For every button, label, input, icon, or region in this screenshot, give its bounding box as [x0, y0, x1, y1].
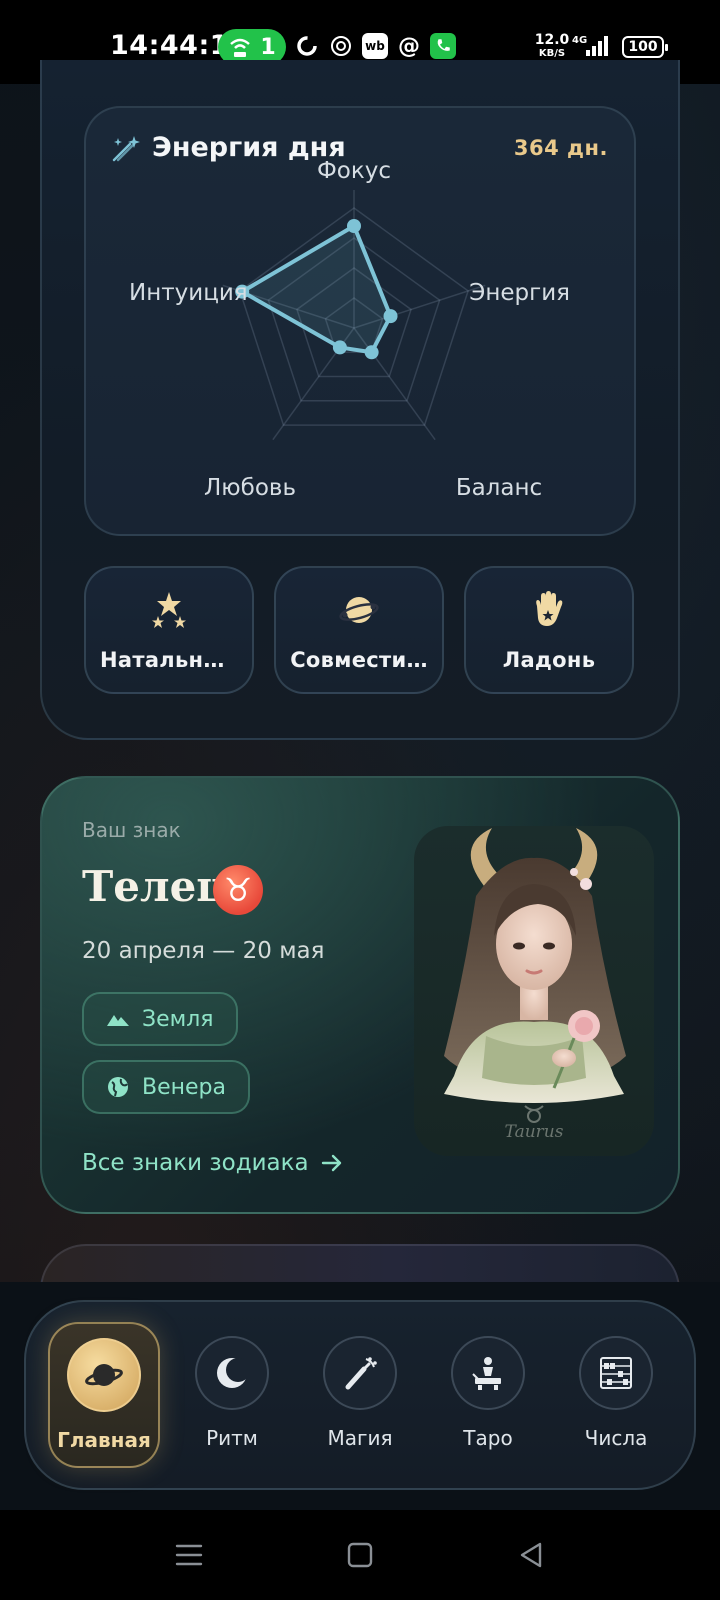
- nav-home-icon-wrap: [67, 1338, 141, 1412]
- radar-axis-label: Любовь: [204, 475, 296, 501]
- natal-chart-button[interactable]: Натальна…: [84, 566, 254, 694]
- planet-icon: [339, 597, 379, 623]
- hotspot-count: 1: [260, 34, 276, 60]
- mail-at-icon: @: [398, 33, 420, 59]
- nav-home[interactable]: Главная: [48, 1322, 160, 1468]
- svg-text:4G: 4G: [572, 35, 587, 46]
- wb-icon: wb: [362, 33, 388, 59]
- zodiac-caption: Ваш знак: [82, 818, 181, 842]
- planet-chip[interactable]: Венера: [82, 1060, 250, 1114]
- taurus-illustration: Taurus: [414, 826, 654, 1156]
- compatibility-label: Совмести…: [290, 648, 428, 672]
- nav-magic-label: Магия: [327, 1426, 393, 1450]
- all-zodiac-signs-link[interactable]: Все знаки зодиака: [82, 1150, 343, 1176]
- moon-icon: [217, 1358, 250, 1388]
- radar-axis-label: Интуиция: [129, 280, 248, 306]
- natal-chart-label: Натальна…: [100, 648, 240, 672]
- nav-tarot[interactable]: Таро: [432, 1322, 544, 1468]
- element-label: Земля: [142, 1006, 214, 1032]
- radar-axis-label: Энергия: [469, 280, 570, 306]
- wand-icon: [345, 1357, 377, 1390]
- phone-icon: [430, 33, 456, 59]
- home-square-icon[interactable]: [343, 1538, 377, 1572]
- element-chip[interactable]: Земля: [82, 992, 238, 1046]
- globe-icon: [108, 1077, 128, 1097]
- radar-point: [364, 345, 379, 360]
- nav-rhythm[interactable]: Ритм: [176, 1322, 288, 1468]
- nav-tarot-icon-wrap: [451, 1336, 525, 1410]
- nav-magic[interactable]: Магия: [304, 1322, 416, 1468]
- zodiac-name: Телец: [82, 862, 228, 911]
- openai-icon: [328, 33, 354, 59]
- nav-rhythm-label: Ритм: [206, 1426, 258, 1450]
- stars-icon: [152, 592, 186, 628]
- compatibility-button[interactable]: Совмести…: [274, 566, 444, 694]
- planet-label: Венера: [142, 1074, 226, 1100]
- radar-value-shape: [240, 224, 393, 355]
- back-icon[interactable]: [514, 1538, 548, 1572]
- palm-button[interactable]: Ладонь: [464, 566, 634, 694]
- nav-magic-icon-wrap: [323, 1336, 397, 1410]
- nav-numbers[interactable]: Числа: [560, 1322, 672, 1468]
- planet-icon: [85, 1364, 123, 1386]
- net-speed: 12.0 KB/S: [534, 32, 570, 59]
- tarot-icon: [472, 1357, 501, 1390]
- all-signs-label: Все знаки зодиака: [82, 1150, 309, 1176]
- signal-icon: 4G: [572, 35, 608, 56]
- energy-title: Энергия дня: [152, 132, 346, 163]
- taurus-caption: Taurus: [504, 1122, 564, 1142]
- radar-point: [332, 340, 347, 355]
- energy-radar-chart: Фокус Энергия Баланс Любовь Интуиция: [129, 160, 570, 501]
- nav-numbers-label: Числа: [584, 1426, 648, 1450]
- nav-home-label: Главная: [57, 1428, 151, 1452]
- nav-tarot-label: Таро: [463, 1426, 513, 1450]
- taurus-girl-image: [444, 828, 626, 1123]
- nav-numbers-icon-wrap: [579, 1336, 653, 1410]
- palm-icon: [536, 591, 563, 626]
- radar-point: [347, 219, 361, 233]
- sync-icon: [294, 33, 320, 59]
- radar-axis-label: Фокус: [317, 160, 391, 184]
- zodiac-dates: 20 апреля — 20 мая: [82, 938, 325, 964]
- arrow-right-icon: [321, 1154, 341, 1172]
- mountain-icon: [107, 1015, 129, 1026]
- menu-icon[interactable]: [172, 1538, 206, 1572]
- radar-axis-label: Баланс: [456, 475, 542, 501]
- days-count: 364 дн.: [513, 136, 608, 160]
- app-screen: 14:44:10 1 wb @ 12.0 KB/S 4G 100 Энергия…: [0, 0, 720, 1600]
- taurus-symbol-icon: ♉: [213, 865, 263, 915]
- wifi-hotspot-icon: [230, 38, 251, 57]
- abacus-icon: [600, 1357, 632, 1389]
- palm-label: Ладонь: [502, 648, 596, 672]
- radar-point: [383, 309, 398, 324]
- nav-rhythm-icon-wrap: [195, 1336, 269, 1410]
- battery-indicator: 100: [622, 36, 668, 58]
